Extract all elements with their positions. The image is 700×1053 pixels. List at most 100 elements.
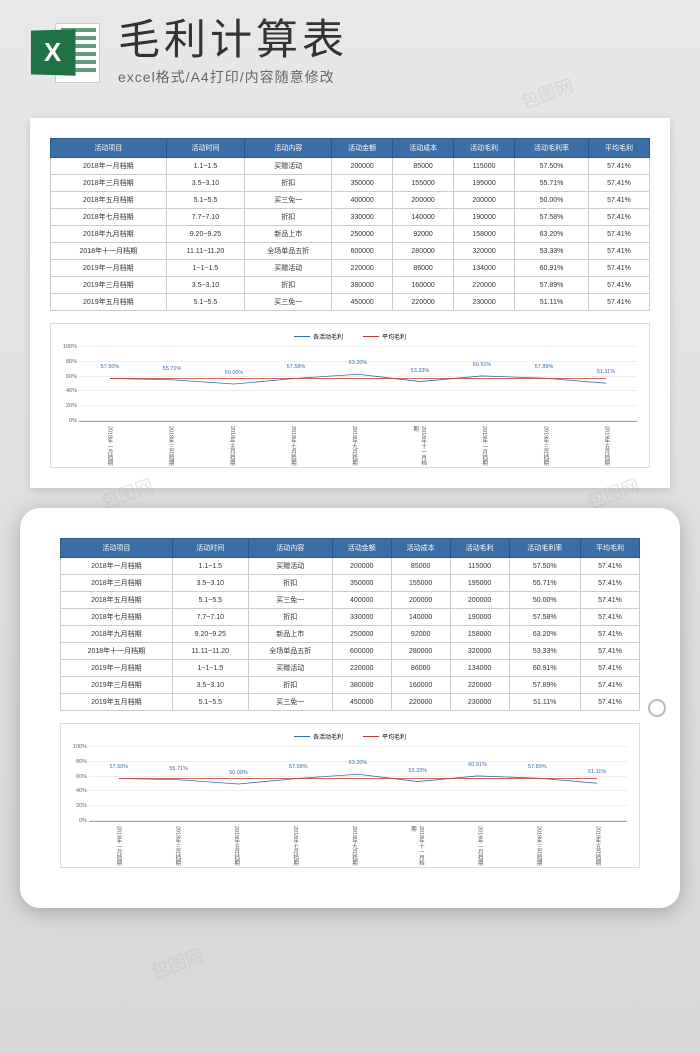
table-cell: 57.41% bbox=[588, 243, 649, 260]
sheet-preview-top: 活动项目活动时间活动内容活动金额活动成本活动毛利活动毛利率平均毛利2018年一月… bbox=[30, 118, 670, 488]
legend-line-icon bbox=[294, 336, 310, 338]
data-label: 57.89% bbox=[528, 764, 547, 770]
table-row: 2018年五月档期5.1~5.5买三免一40000020000020000050… bbox=[61, 592, 640, 609]
x-axis-tick: 2018年三月档期 bbox=[167, 426, 175, 468]
legend-label: 各活动毛利 bbox=[313, 332, 343, 341]
table-cell: 买赠活动 bbox=[248, 660, 332, 677]
table-cell: 57.41% bbox=[588, 175, 649, 192]
table-cell: 200000 bbox=[450, 592, 509, 609]
table-cell: 63.20% bbox=[515, 226, 589, 243]
table-cell: 57.41% bbox=[588, 226, 649, 243]
table-cell: 50.00% bbox=[515, 192, 589, 209]
column-header: 活动毛利 bbox=[454, 139, 515, 158]
y-axis-tick: 0% bbox=[57, 418, 77, 424]
table-cell: 买赠活动 bbox=[245, 158, 332, 175]
table-cell: 600000 bbox=[332, 243, 393, 260]
legend-item: 各活动毛利 bbox=[294, 732, 343, 741]
table-cell: 200000 bbox=[454, 192, 515, 209]
chart-container: 各活动毛利平均毛利0%20%40%60%80%100%57.50%55.71%5… bbox=[60, 723, 640, 868]
table-cell: 买赠活动 bbox=[248, 558, 332, 575]
table-cell: 200000 bbox=[332, 158, 393, 175]
table-cell: 220000 bbox=[454, 277, 515, 294]
legend-item: 各活动毛利 bbox=[294, 332, 343, 341]
table-cell: 160000 bbox=[391, 677, 450, 694]
table-cell: 57.41% bbox=[581, 677, 640, 694]
table-cell: 1~1~1.5 bbox=[172, 660, 248, 677]
table-cell: 134000 bbox=[454, 260, 515, 277]
table-cell: 57.41% bbox=[581, 694, 640, 711]
x-axis-tick: 2018年七月档期 bbox=[289, 426, 297, 468]
data-label: 63.20% bbox=[349, 360, 368, 366]
table-cell: 220000 bbox=[393, 294, 454, 311]
table-row: 2019年五月档期5.1~5.5买三免一45000022000023000051… bbox=[61, 694, 640, 711]
table-cell: 买三免一 bbox=[245, 294, 332, 311]
table-cell: 140000 bbox=[393, 209, 454, 226]
table-cell: 折扣 bbox=[248, 609, 332, 626]
table-cell: 57.41% bbox=[588, 192, 649, 209]
table-cell: 57.41% bbox=[588, 294, 649, 311]
table-cell: 85000 bbox=[393, 158, 454, 175]
table-cell: 2018年五月档期 bbox=[61, 592, 173, 609]
data-label: 60.91% bbox=[468, 762, 487, 768]
table-cell: 220000 bbox=[332, 260, 393, 277]
legend-item: 平均毛利 bbox=[363, 732, 406, 741]
table-cell: 115000 bbox=[450, 558, 509, 575]
table-cell: 92000 bbox=[393, 226, 454, 243]
table-row: 2019年一月档期1~1~1.5买赠活动2200008600013400060.… bbox=[61, 660, 640, 677]
table-cell: 2018年三月档期 bbox=[61, 575, 173, 592]
table-cell: 2019年五月档期 bbox=[51, 294, 167, 311]
table-row: 2018年五月档期5.1~5.5买三免一40000020000020000050… bbox=[51, 192, 650, 209]
y-axis-tick: 80% bbox=[67, 759, 87, 765]
table-cell: 190000 bbox=[454, 209, 515, 226]
table-cell: 55.71% bbox=[515, 175, 589, 192]
table-row: 2019年三月档期3.5~3.10折扣38000016000022000057.… bbox=[61, 677, 640, 694]
table-row: 2019年三月档期3.5~3.10折扣38000016000022000057.… bbox=[51, 277, 650, 294]
table-cell: 57.41% bbox=[581, 558, 640, 575]
table-row: 2018年十一月档期11.11~11.20全场单品五折6000002800003… bbox=[51, 243, 650, 260]
table-cell: 57.41% bbox=[588, 277, 649, 294]
table-cell: 200000 bbox=[393, 192, 454, 209]
table-cell: 57.41% bbox=[581, 609, 640, 626]
column-header: 活动项目 bbox=[51, 139, 167, 158]
y-axis-tick: 80% bbox=[57, 359, 77, 365]
column-header: 活动毛利率 bbox=[515, 139, 589, 158]
table-cell: 买三免一 bbox=[245, 192, 332, 209]
column-header: 活动成本 bbox=[393, 139, 454, 158]
chart-lines bbox=[89, 747, 627, 821]
table-cell: 250000 bbox=[332, 226, 393, 243]
table-cell: 57.41% bbox=[581, 643, 640, 660]
column-header: 活动毛利率 bbox=[509, 539, 580, 558]
column-header: 活动时间 bbox=[172, 539, 248, 558]
legend-label: 各活动毛利 bbox=[313, 732, 343, 741]
data-label: 63.20% bbox=[349, 760, 368, 766]
y-axis-tick: 40% bbox=[57, 388, 77, 394]
x-axis-tick: 2018年一月档期 bbox=[106, 426, 114, 468]
table-row: 2018年三月档期3.5~3.10折扣35000015500019500055.… bbox=[61, 575, 640, 592]
table-cell: 53.33% bbox=[509, 643, 580, 660]
table-cell: 220000 bbox=[332, 660, 391, 677]
column-header: 平均毛利 bbox=[581, 539, 640, 558]
table-cell: 2019年一月档期 bbox=[61, 660, 173, 677]
x-axis-tick: 2018年五月档期 bbox=[228, 426, 236, 468]
table-cell: 450000 bbox=[332, 694, 391, 711]
table-cell: 新品上市 bbox=[245, 226, 332, 243]
table-cell: 50.00% bbox=[509, 592, 580, 609]
x-axis-tick: 2019年一月档期 bbox=[476, 826, 484, 868]
x-axis-tick: 2019年三月档期 bbox=[535, 826, 543, 868]
table-cell: 9.20~9.25 bbox=[172, 626, 248, 643]
table-cell: 7.7~7.10 bbox=[166, 209, 245, 226]
watermark: 包图网 bbox=[147, 942, 207, 985]
table-row: 2018年九月档期9.20~9.25新品上市250000920001580006… bbox=[51, 226, 650, 243]
table-cell: 330000 bbox=[332, 609, 391, 626]
legend-line-icon bbox=[294, 736, 310, 738]
excel-file-icon: X bbox=[30, 18, 100, 88]
table-cell: 1.1~1.5 bbox=[166, 158, 245, 175]
table-row: 2019年一月档期1~1~1.5买赠活动2200008600013400060.… bbox=[51, 260, 650, 277]
table-cell: 2018年十一月档期 bbox=[61, 643, 173, 660]
x-axis-tick: 2018年九月档期 bbox=[350, 826, 358, 868]
x-axis-tick: 2018年三月档期 bbox=[173, 826, 181, 868]
data-table-container: 活动项目活动时间活动内容活动金额活动成本活动毛利活动毛利率平均毛利2018年一月… bbox=[60, 538, 640, 711]
table-cell: 330000 bbox=[332, 209, 393, 226]
table-cell: 320000 bbox=[450, 643, 509, 660]
table-row: 2018年七月档期7.7~7.10折扣33000014000019000057.… bbox=[61, 609, 640, 626]
